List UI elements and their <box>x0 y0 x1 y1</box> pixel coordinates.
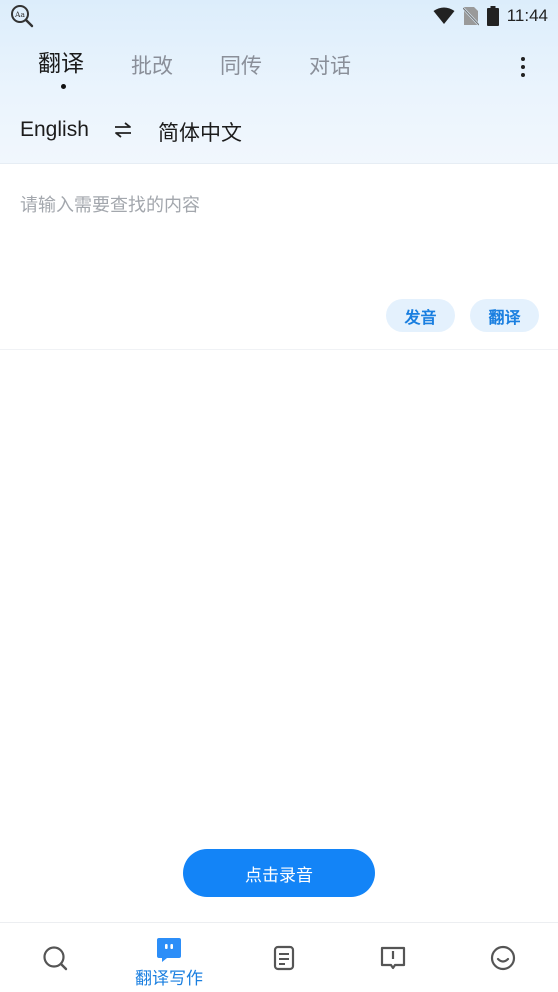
translate-button[interactable]: 翻译 <box>470 299 539 332</box>
svg-text:Aa: Aa <box>14 10 25 19</box>
status-time: 11:44 <box>506 6 548 25</box>
active-tab-indicator <box>61 84 66 89</box>
bottom-nav: 翻译写作 <box>0 922 558 992</box>
input-panel: 发音 翻译 <box>0 165 558 350</box>
more-dot-icon <box>521 73 525 77</box>
record-button[interactable]: 点击录音 <box>183 849 375 897</box>
nav-item-book[interactable] <box>378 923 408 992</box>
nav-item-search[interactable] <box>40 923 70 992</box>
more-dot-icon <box>521 57 525 61</box>
header-area: Aa 11:44 翻译 批改 同传 对话 English 简体中文 <box>0 0 558 164</box>
tab-correct[interactable]: 批改 <box>131 50 173 80</box>
status-bar: Aa 11:44 <box>0 0 558 32</box>
tab-translate[interactable]: 翻译 <box>38 44 84 78</box>
source-language-button[interactable]: English <box>20 118 89 142</box>
target-language-button[interactable]: 简体中文 <box>158 117 242 147</box>
book-icon <box>380 946 406 970</box>
nav-item-documents[interactable] <box>269 923 299 992</box>
document-icon <box>273 945 295 971</box>
tab-bar: 翻译 批改 同传 对话 <box>0 44 558 94</box>
nav-item-profile[interactable] <box>488 923 518 992</box>
search-icon <box>43 946 68 971</box>
search-input[interactable] <box>20 195 538 216</box>
no-sim-icon <box>462 7 479 26</box>
wifi-icon <box>433 7 455 24</box>
language-selector: English 简体中文 <box>0 112 558 152</box>
smiley-icon <box>490 945 516 971</box>
nav-item-translate-write[interactable]: 翻译写作 <box>129 923 209 992</box>
more-options-button[interactable] <box>508 52 538 82</box>
more-dot-icon <box>521 65 525 69</box>
swap-arrows-icon[interactable] <box>113 120 133 140</box>
tab-interpret[interactable]: 同传 <box>220 50 262 80</box>
pronounce-button[interactable]: 发音 <box>386 299 455 332</box>
tab-dialogue[interactable]: 对话 <box>309 50 351 80</box>
nav-label-translate-write: 翻译写作 <box>135 969 203 989</box>
dictionary-search-icon: Aa <box>11 5 34 28</box>
battery-icon <box>486 6 499 26</box>
chat-bot-icon <box>157 938 181 962</box>
